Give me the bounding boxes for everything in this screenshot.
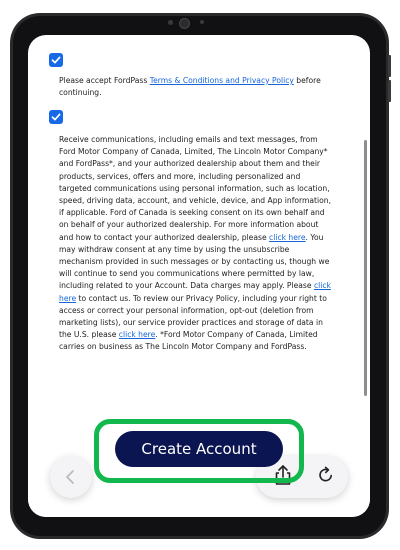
- privacy-click-here-link[interactable]: click here: [119, 330, 156, 339]
- back-button[interactable]: [50, 456, 92, 498]
- terms-consent-text: Please accept FordPass Terms & Condition…: [59, 75, 334, 99]
- communications-text-part-1: Receive communications, including emails…: [59, 135, 332, 242]
- communications-consent-text: Receive communications, including emails…: [59, 134, 334, 354]
- terms-privacy-link[interactable]: Terms & Conditions and Privacy Policy: [150, 76, 294, 85]
- dealership-click-here-link[interactable]: click here: [269, 233, 306, 242]
- reload-icon[interactable]: [316, 465, 336, 485]
- terms-checkbox[interactable]: [49, 53, 63, 67]
- volume-down-button: [388, 80, 391, 102]
- checkmark-icon: [51, 113, 61, 121]
- camera-dot: [168, 20, 173, 25]
- chevron-left-icon: [66, 470, 74, 484]
- checkmark-icon: [51, 56, 61, 64]
- volume-up-button: [388, 55, 391, 77]
- sensor-dot: [200, 20, 204, 24]
- camera-lens: [179, 18, 190, 29]
- terms-text-before: Please accept FordPass: [59, 76, 150, 85]
- app-screen: Please accept FordPass Terms & Condition…: [28, 35, 370, 517]
- communications-checkbox[interactable]: [49, 110, 63, 124]
- create-account-highlight: [94, 419, 304, 483]
- scrollbar[interactable]: [364, 140, 367, 396]
